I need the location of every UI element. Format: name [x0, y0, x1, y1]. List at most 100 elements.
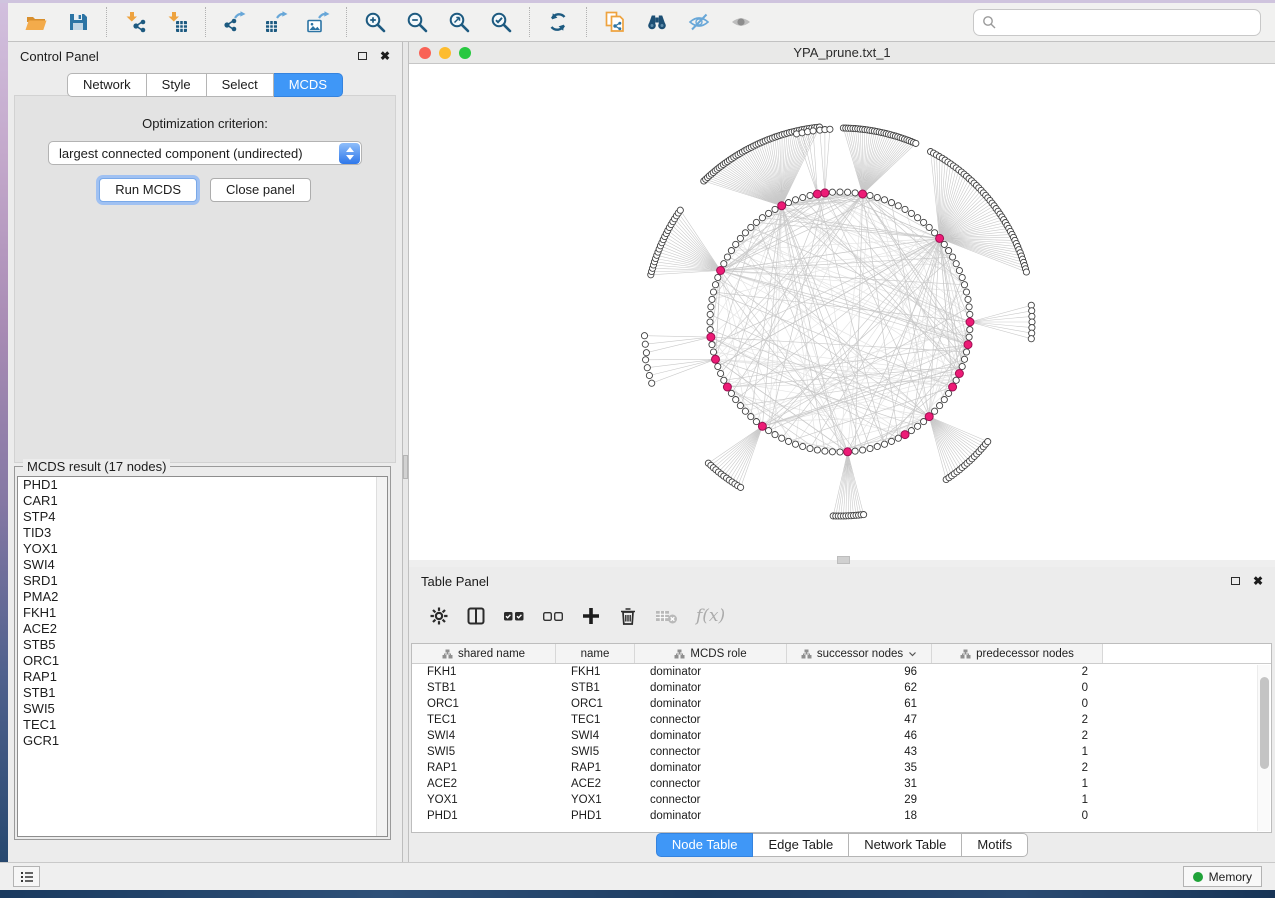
horizontal-splitter[interactable]	[409, 560, 1275, 567]
network-canvas[interactable]	[409, 64, 1275, 560]
tab-style[interactable]: Style	[147, 73, 207, 97]
network-view-title: YPA_prune.txt_1	[793, 45, 890, 60]
tab-network-table[interactable]: Network Table	[849, 833, 962, 857]
vertical-splitter[interactable]	[403, 42, 409, 862]
column-header-shared-name[interactable]: shared name	[412, 644, 556, 663]
table-row[interactable]: ORC1ORC1dominator610	[412, 696, 1271, 712]
memory-button[interactable]: Memory	[1183, 866, 1262, 887]
result-list-scrollbar[interactable]	[376, 477, 387, 836]
tab-mcds[interactable]: MCDS	[274, 73, 343, 97]
cell-shared-name: YOX1	[412, 792, 556, 808]
mcds-result-item[interactable]: FKH1	[18, 605, 387, 621]
memory-label: Memory	[1209, 870, 1252, 884]
column-header-successor-nodes[interactable]: successor nodes	[787, 644, 932, 663]
close-panel-icon[interactable]: ✖	[380, 50, 390, 62]
minimize-window-icon[interactable]	[439, 47, 451, 59]
delete-column-trash-icon[interactable]	[618, 606, 638, 626]
cell-mcds-role: dominator	[635, 680, 787, 696]
zoom-in-icon[interactable]	[362, 9, 388, 35]
cell-name: SWI4	[556, 728, 635, 744]
control-panel: Control Panel ✖ NetworkStyleSelectMCDS O…	[8, 42, 403, 862]
tab-network[interactable]: Network	[67, 73, 147, 97]
table-settings-gear-icon[interactable]	[429, 606, 449, 626]
open-file-icon[interactable]	[23, 9, 49, 35]
cell-mcds-role: connector	[635, 712, 787, 728]
tab-edge-table[interactable]: Edge Table	[753, 833, 849, 857]
deselect-all-icon[interactable]	[542, 606, 564, 626]
import-table-icon[interactable]	[164, 9, 190, 35]
close-panel-icon[interactable]: ✖	[1253, 575, 1263, 587]
close-window-icon[interactable]	[419, 47, 431, 59]
maximize-window-icon[interactable]	[459, 47, 471, 59]
mcds-result-item[interactable]: PHD1	[18, 477, 387, 493]
column-header-mcds-role[interactable]: MCDS role	[635, 644, 787, 663]
mcds-result-item[interactable]: SWI4	[18, 557, 387, 573]
export-table-icon[interactable]	[263, 9, 289, 35]
create-column-plus-icon[interactable]	[581, 606, 601, 626]
float-panel-icon[interactable]	[1231, 577, 1240, 585]
mcds-result-item[interactable]: SRD1	[18, 573, 387, 589]
hide-selected-icon[interactable]	[686, 9, 712, 35]
mcds-result-item[interactable]: STP4	[18, 509, 387, 525]
search-box	[973, 9, 1261, 36]
tab-node-table[interactable]: Node Table	[656, 833, 754, 857]
import-network-icon[interactable]	[122, 9, 148, 35]
table-row[interactable]: RAP1RAP1dominator352	[412, 760, 1271, 776]
run-mcds-button[interactable]: Run MCDS	[99, 178, 197, 202]
mcds-result-item[interactable]: STB5	[18, 637, 387, 653]
tab-select[interactable]: Select	[207, 73, 274, 97]
mcds-result-item[interactable]: RAP1	[18, 669, 387, 685]
table-row[interactable]: SWI5SWI5connector431	[412, 744, 1271, 760]
zoom-selected-icon[interactable]	[488, 9, 514, 35]
close-panel-button[interactable]: Close panel	[210, 178, 311, 202]
save-session-icon[interactable]	[65, 9, 91, 35]
export-image-icon[interactable]	[305, 9, 331, 35]
apply-layout-icon[interactable]	[545, 9, 571, 35]
float-panel-icon[interactable]	[358, 52, 367, 60]
tab-motifs[interactable]: Motifs	[962, 833, 1028, 857]
task-history-button[interactable]	[13, 866, 40, 887]
table-panel-header: Table Panel ✖	[409, 567, 1275, 595]
cell-shared-name: SWI4	[412, 728, 556, 744]
mcds-result-item[interactable]: TID3	[18, 525, 387, 541]
mcds-result-item[interactable]: SWI5	[18, 701, 387, 717]
hierarchy-icon	[442, 649, 453, 659]
new-network-from-selection-icon[interactable]	[602, 9, 628, 35]
mcds-result-item[interactable]: PMA2	[18, 589, 387, 605]
show-columns-icon[interactable]	[466, 606, 486, 626]
table-row[interactable]: YOX1YOX1connector291	[412, 792, 1271, 808]
cell-mcds-role: connector	[635, 776, 787, 792]
table-row[interactable]: ACE2ACE2connector311	[412, 776, 1271, 792]
zoom-fit-icon[interactable]	[446, 9, 472, 35]
cell-successor-nodes: 31	[787, 776, 932, 792]
cell-predecessor-nodes: 0	[932, 680, 1103, 696]
mcds-result-item[interactable]: TEC1	[18, 717, 387, 733]
zoom-out-icon[interactable]	[404, 9, 430, 35]
table-scrollbar[interactable]	[1257, 665, 1270, 831]
table-row[interactable]: TEC1TEC1connector472	[412, 712, 1271, 728]
criterion-select[interactable]: largest connected component (undirected)	[48, 141, 362, 165]
mcds-result-item[interactable]: ORC1	[18, 653, 387, 669]
table-row[interactable]: STB1STB1dominator620	[412, 680, 1271, 696]
search-input[interactable]	[1001, 15, 1252, 30]
list-icon	[19, 869, 35, 885]
mcds-result-item[interactable]: ACE2	[18, 621, 387, 637]
show-all-icon[interactable]	[728, 9, 754, 35]
cell-successor-nodes: 47	[787, 712, 932, 728]
table-scrollbar-thumb[interactable]	[1260, 677, 1269, 769]
table-row[interactable]: SWI4SWI4dominator462	[412, 728, 1271, 744]
column-header-predecessor-nodes[interactable]: predecessor nodes	[932, 644, 1103, 663]
mcds-result-item[interactable]: YOX1	[18, 541, 387, 557]
mcds-result-item[interactable]: CAR1	[18, 493, 387, 509]
splitter-handle[interactable]	[403, 455, 408, 479]
table-row[interactable]: FKH1FKH1dominator962	[412, 664, 1271, 680]
mcds-result-item[interactable]: GCR1	[18, 733, 387, 749]
splitter-handle[interactable]	[837, 556, 850, 564]
cell-name: YOX1	[556, 792, 635, 808]
select-all-icon[interactable]	[503, 606, 525, 626]
column-header-name[interactable]: name	[556, 644, 635, 663]
first-neighbors-icon[interactable]	[644, 9, 670, 35]
mcds-result-item[interactable]: STB1	[18, 685, 387, 701]
table-row[interactable]: PHD1PHD1dominator180	[412, 808, 1271, 824]
export-network-icon[interactable]	[221, 9, 247, 35]
